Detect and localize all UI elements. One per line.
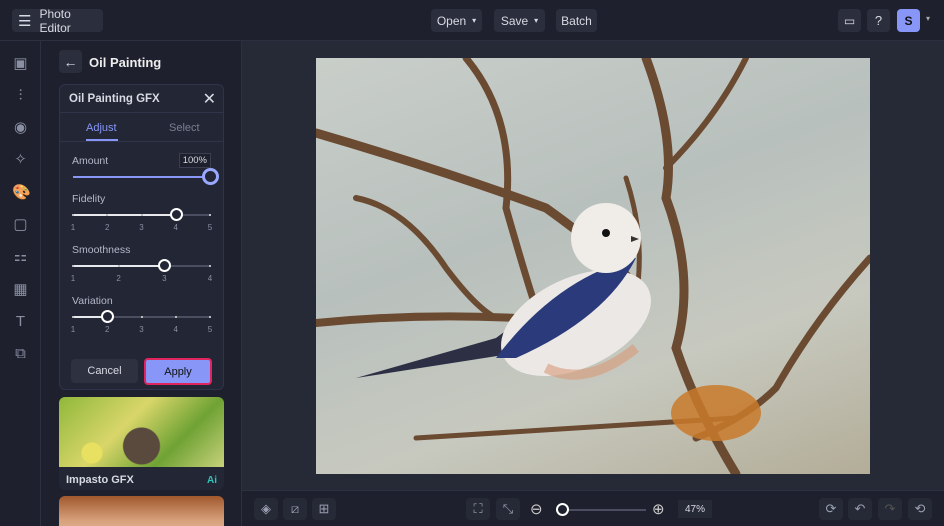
variation-tick-mark bbox=[72, 316, 74, 318]
card-title: Oil Painting GFX bbox=[69, 93, 160, 105]
help-icon[interactable]: ? bbox=[867, 9, 890, 32]
preset-thumbnail-portrait[interactable] bbox=[59, 496, 224, 526]
top-bar: ☰ Photo Editor Open ▾ Save ▾ Batch ▭ ? S ▾ bbox=[0, 0, 944, 41]
effect-settings-card: Oil Painting GFX ✕ Adjust Select Amount … bbox=[59, 84, 224, 390]
fidelity-tick-label: 4 bbox=[173, 223, 178, 232]
frame-icon[interactable]: ▢ bbox=[12, 216, 29, 233]
variation-slider[interactable]: 1 2 3 4 5 bbox=[71, 310, 212, 334]
smoothness-tick-label: 3 bbox=[162, 274, 167, 283]
amount-label: Amount bbox=[72, 155, 109, 167]
smoothness-tick-mark bbox=[117, 265, 120, 267]
avatar[interactable]: S bbox=[897, 9, 920, 32]
fidelity-tick-mark bbox=[72, 214, 74, 216]
variation-tick-mark bbox=[140, 316, 143, 318]
zoom-value[interactable]: 47% bbox=[678, 500, 712, 518]
fidelity-tick-mark bbox=[106, 214, 109, 216]
variation-tick-mark bbox=[174, 316, 177, 318]
amount-value[interactable]: 100% bbox=[178, 153, 211, 168]
fidelity-tick-label: 3 bbox=[139, 223, 144, 232]
compare-icon[interactable]: ⧄ bbox=[283, 498, 307, 520]
artsy-palette-icon[interactable]: 🎨 bbox=[12, 184, 31, 201]
variation-tick-label: 2 bbox=[105, 325, 110, 334]
smoothness-slider[interactable]: 1 2 3 4 bbox=[71, 259, 212, 283]
canvas-image[interactable] bbox=[316, 58, 870, 474]
bottom-toolbar: ◈ ⧄ ⊞ ⛶ ⤡ ⊖ ⊕ 47% ⟳ ↶ ↷ ⟲ bbox=[242, 490, 944, 526]
effects-sparkle-icon[interactable]: ✧ bbox=[12, 151, 29, 168]
smoothness-slider-handle[interactable] bbox=[158, 259, 172, 272]
open-button[interactable]: Open ▾ bbox=[431, 9, 482, 32]
overlay-icon[interactable]: ⧉ bbox=[12, 345, 29, 362]
smoothness-tick-mark bbox=[209, 265, 211, 267]
save-button[interactable]: Save ▾ bbox=[494, 9, 545, 32]
amount-slider[interactable] bbox=[73, 168, 219, 185]
app-title: Photo Editor bbox=[39, 6, 71, 35]
save-label: Save bbox=[500, 13, 529, 28]
chevron-down-icon: ▾ bbox=[534, 16, 539, 25]
zoom-in-icon[interactable]: ⊕ bbox=[652, 500, 665, 518]
redo-icon[interactable]: ↷ bbox=[878, 498, 902, 520]
actual-size-icon[interactable]: ⤡ bbox=[496, 498, 520, 520]
variation-tick-label: 3 bbox=[139, 325, 144, 334]
smoothness-tick-mark bbox=[72, 265, 74, 267]
preset-thumbnail bbox=[59, 397, 224, 467]
variation-tick-label: 4 bbox=[173, 325, 178, 334]
tab-select[interactable]: Select bbox=[169, 122, 200, 134]
batch-button[interactable]: Batch bbox=[556, 9, 597, 32]
fidelity-slider-handle[interactable] bbox=[169, 208, 183, 221]
variation-tick-label: 1 bbox=[70, 325, 76, 334]
preset-name: Impasto GFX bbox=[66, 474, 134, 486]
panel-title: Oil Painting bbox=[89, 55, 162, 70]
layers-icon[interactable]: ◈ bbox=[254, 498, 278, 520]
variation-slider-handle[interactable] bbox=[101, 310, 115, 323]
smoothness-label: Smoothness bbox=[72, 244, 131, 256]
amount-slider-handle[interactable] bbox=[202, 168, 219, 185]
zoom-slider[interactable] bbox=[556, 503, 646, 516]
fidelity-tick-label: 5 bbox=[207, 223, 213, 232]
apply-button[interactable]: Apply bbox=[144, 358, 212, 385]
tab-adjust[interactable]: Adjust bbox=[86, 122, 117, 134]
graphics-icon[interactable]: ⚏ bbox=[12, 248, 29, 265]
fidelity-tick-mark bbox=[209, 214, 211, 216]
chevron-down-icon[interactable]: ▾ bbox=[926, 14, 930, 23]
fidelity-label: Fidelity bbox=[72, 193, 106, 205]
fidelity-tick-mark bbox=[140, 214, 143, 216]
text-icon[interactable]: T bbox=[12, 313, 29, 330]
eye-icon[interactable]: ◉ bbox=[12, 119, 29, 136]
oil-painting-bird-image bbox=[316, 58, 870, 474]
history-icon[interactable]: ⟲ bbox=[908, 498, 932, 520]
fidelity-tick-label: 2 bbox=[105, 223, 110, 232]
open-label: Open bbox=[436, 13, 467, 28]
feedback-icon[interactable]: ▭ bbox=[838, 9, 861, 32]
grid-icon[interactable]: ⊞ bbox=[312, 498, 336, 520]
variation-tick-mark bbox=[209, 316, 211, 318]
smoothness-tick-label: 1 bbox=[70, 274, 76, 283]
chevron-down-icon: ▾ bbox=[472, 16, 477, 25]
adjust-sliders-icon[interactable]: ⫶ bbox=[12, 87, 29, 104]
texture-icon[interactable]: ▦ bbox=[12, 281, 29, 298]
back-button[interactable]: ← bbox=[59, 50, 82, 73]
smoothness-tick-label: 4 bbox=[207, 274, 213, 283]
image-icon[interactable]: ▣ bbox=[12, 55, 29, 72]
close-icon[interactable]: ✕ bbox=[203, 89, 216, 109]
variation-tick-label: 5 bbox=[207, 325, 213, 334]
reset-icon[interactable]: ⟳ bbox=[819, 498, 843, 520]
fidelity-slider-fill bbox=[73, 214, 176, 216]
ai-badge: Ai bbox=[207, 475, 217, 486]
zoom-slider-handle[interactable] bbox=[556, 503, 570, 516]
effect-panel: ← Oil Painting Oil Painting GFX ✕ Adjust… bbox=[41, 41, 242, 526]
tool-rail: ▣ ⫶ ◉ ✧ 🎨 ▢ ⚏ ▦ T ⧉ bbox=[0, 41, 41, 526]
fidelity-tick-label: 1 bbox=[70, 223, 76, 232]
menu-button[interactable]: ☰ Photo Editor bbox=[12, 6, 103, 35]
variation-label: Variation bbox=[72, 295, 113, 307]
hamburger-icon: ☰ bbox=[18, 12, 32, 30]
fidelity-slider[interactable]: 1 2 3 4 5 bbox=[71, 208, 212, 232]
cancel-button[interactable]: Cancel bbox=[71, 359, 138, 383]
fit-screen-icon[interactable]: ⛶ bbox=[466, 498, 490, 520]
zoom-out-icon[interactable]: ⊖ bbox=[530, 500, 543, 518]
undo-icon[interactable]: ↶ bbox=[848, 498, 872, 520]
smoothness-tick-label: 2 bbox=[116, 274, 121, 283]
preset-impasto-gfx[interactable]: Impasto GFX Ai bbox=[59, 397, 224, 490]
